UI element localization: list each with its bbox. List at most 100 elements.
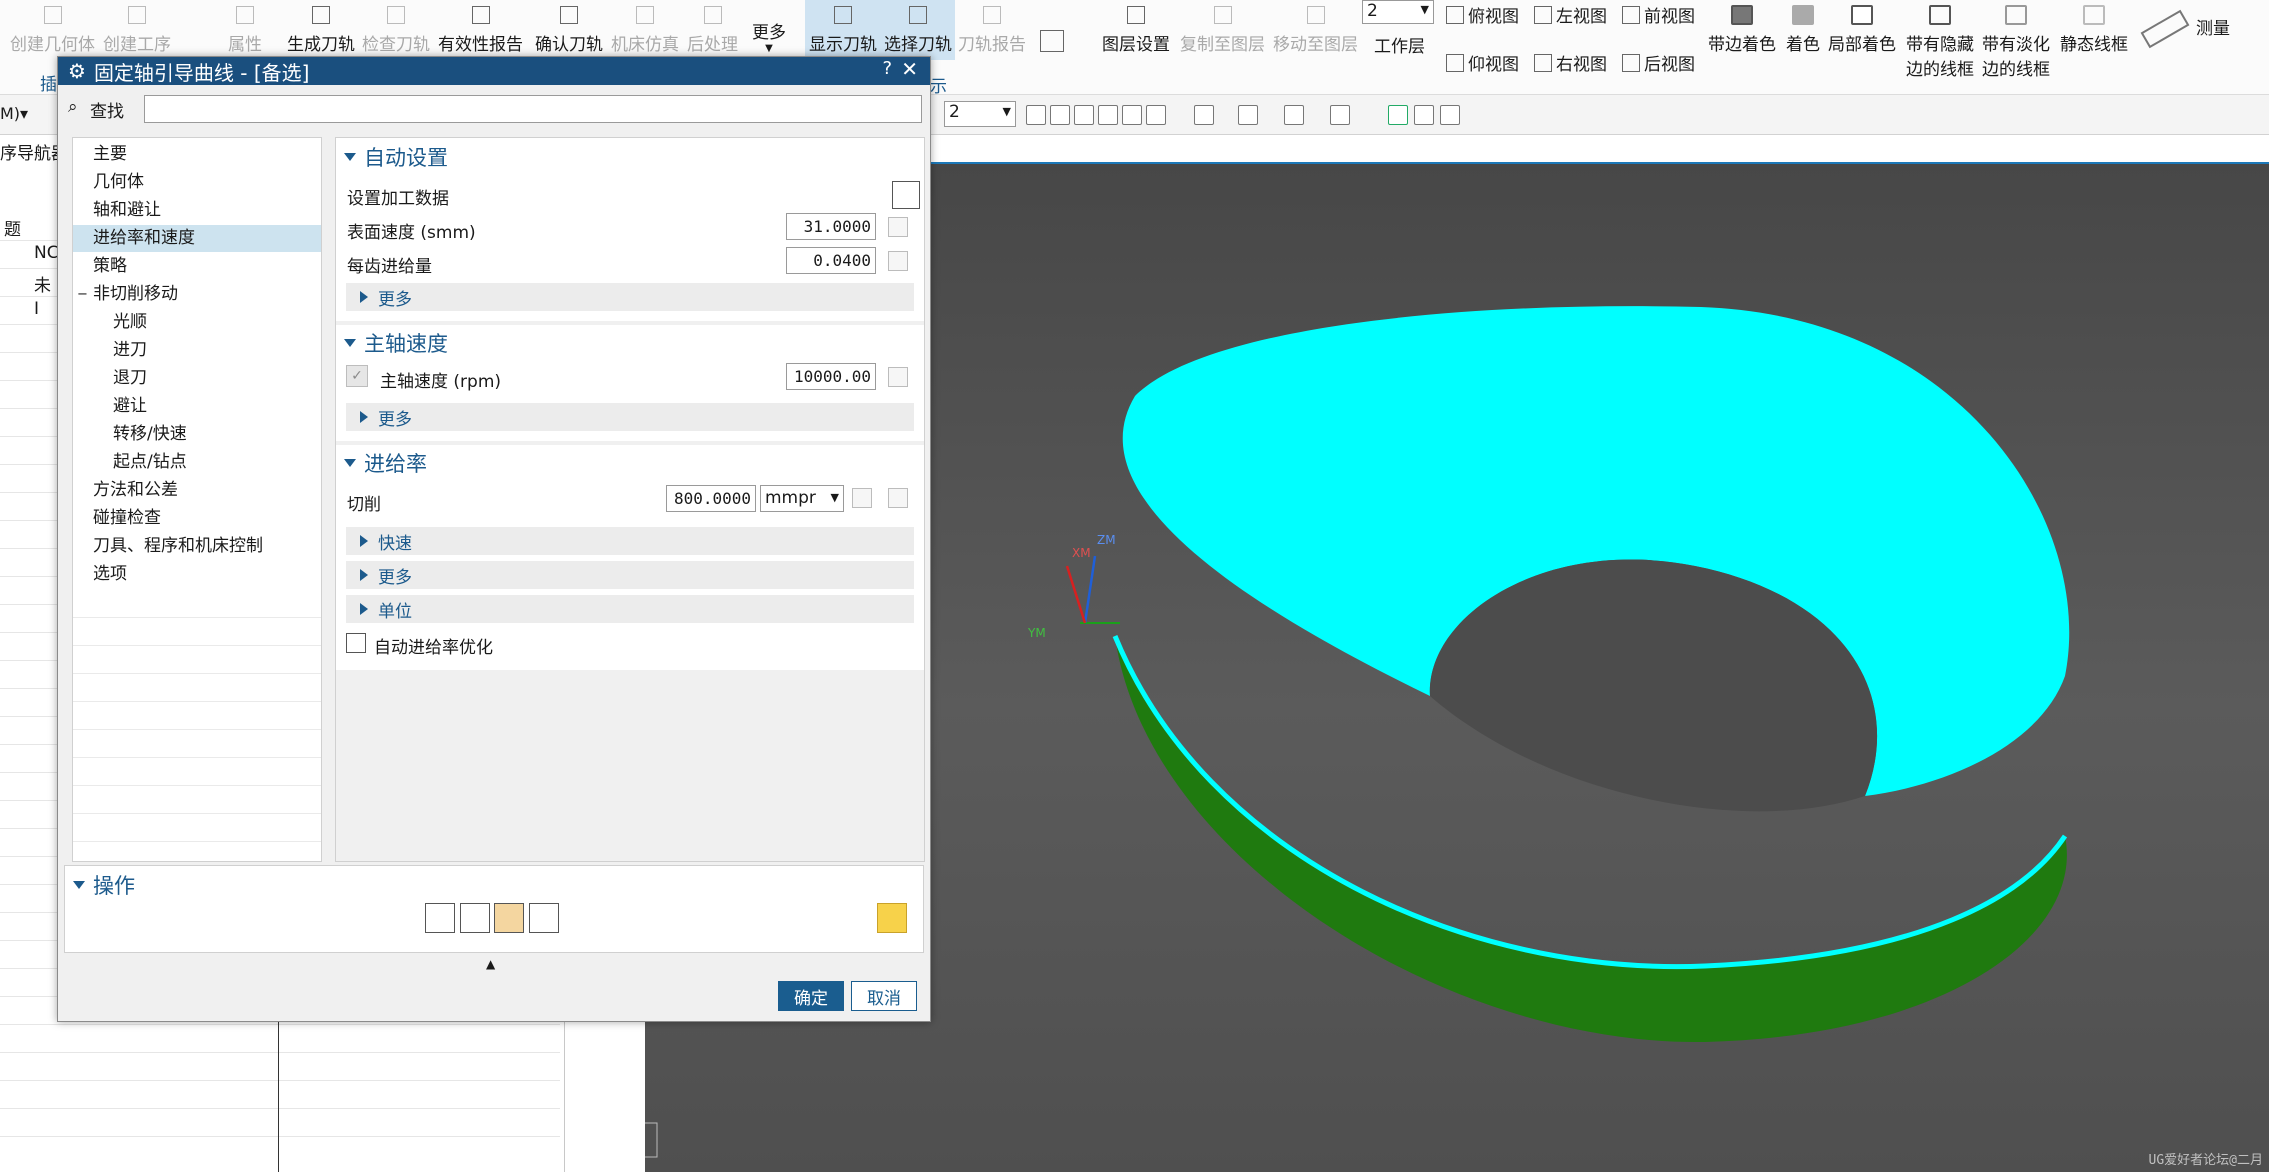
close-button[interactable]: ✕ — [901, 57, 918, 81]
top-view-button[interactable]: 俯视图 — [1446, 2, 1519, 27]
spindle-speed-checkbox[interactable]: ✓ — [346, 365, 368, 387]
tree-item-method-tolerance[interactable]: 方法和公差 — [73, 477, 321, 504]
select-toolpath-button[interactable]: 选择刀轨 — [881, 0, 955, 60]
create-operation-button[interactable]: 创建工序 — [103, 0, 171, 55]
tree-item-axis-avoidance[interactable]: 轴和避让 — [73, 197, 321, 224]
feed-rate-header[interactable]: 进给率 — [344, 448, 427, 478]
cut-feed-input[interactable]: 800.0000 — [666, 485, 756, 512]
toolbar-icon[interactable] — [1122, 105, 1142, 125]
toolbar-icon[interactable] — [1050, 105, 1070, 125]
show-toolpath-button[interactable]: 显示刀轨 — [805, 0, 881, 60]
calculator-icon[interactable] — [888, 488, 908, 508]
bottom-view-button[interactable]: 仰视图 — [1446, 50, 1519, 75]
chevron-up-icon[interactable]: ▲ — [486, 957, 495, 971]
cancel-button[interactable]: 取消 — [851, 981, 917, 1011]
tree-item-avoidance[interactable]: 避让 — [73, 393, 321, 420]
calculator-icon[interactable] — [888, 251, 908, 271]
filter-select[interactable]: M)▾ — [0, 101, 30, 127]
tree-item-options[interactable]: 选项 — [73, 561, 321, 588]
calculator-icon[interactable] — [888, 367, 908, 387]
copy-to-layer-button[interactable]: 复制至图层 — [1180, 0, 1265, 55]
navigator-row[interactable]: I — [34, 299, 39, 319]
toolbar-icon[interactable] — [1238, 105, 1258, 125]
machine-simulation-button[interactable]: 机床仿真 — [611, 0, 679, 55]
toolbar-icon[interactable] — [1098, 105, 1118, 125]
create-geometry-button[interactable]: 创建几何体 — [10, 0, 95, 55]
spindle-speed-input[interactable]: 10000.00 — [786, 363, 876, 390]
toolbar-icon[interactable] — [1330, 105, 1350, 125]
verify-toolpath-button[interactable]: 确认刀轨 — [535, 0, 603, 55]
feed-unit-select[interactable]: mmpr ▼ — [760, 485, 844, 512]
left-view-button[interactable]: 左视图 — [1534, 2, 1607, 27]
wireframe-dim-edges-button[interactable]: 带有淡化 边的线框 — [1982, 0, 2050, 80]
tree-item-start-drill-points[interactable]: 起点/钻点 — [73, 449, 321, 476]
layer-select[interactable]: 2 ▼ — [944, 101, 1016, 127]
ok-button[interactable]: 确定 — [778, 981, 844, 1011]
verify-icon[interactable] — [494, 903, 524, 933]
auto-feed-optimize-checkbox[interactable] — [346, 633, 366, 653]
dialog-titlebar[interactable]: ⚙ 固定轴引导曲线 - [备选] ? ✕ — [58, 57, 930, 85]
add-operation-icon[interactable] — [877, 903, 907, 933]
tree-item-collision-check[interactable]: 碰撞检查 — [73, 505, 321, 532]
toolbar-icon[interactable] — [1440, 105, 1460, 125]
help-button[interactable]: ? — [882, 58, 892, 79]
spindle-more-expander[interactable]: 更多 — [346, 403, 914, 431]
replay-icon[interactable] — [460, 903, 490, 933]
auto-settings-header[interactable]: 自动设置 — [344, 142, 448, 172]
right-view-button[interactable]: 右视图 — [1534, 50, 1607, 75]
check-toolpath-button[interactable]: 检查刀轨 — [362, 0, 430, 55]
calculator-icon[interactable] — [888, 217, 908, 237]
tree-item-retract[interactable]: 退刀 — [73, 365, 321, 392]
tree-item-geometry[interactable]: 几何体 — [73, 169, 321, 196]
toolbar-icon[interactable] — [1194, 105, 1214, 125]
navigator-row[interactable]: 未 — [34, 271, 51, 296]
layer-settings-button[interactable]: 图层设置 — [1102, 0, 1170, 55]
auto-more-expander[interactable]: 更多 — [346, 283, 914, 311]
move-to-layer-button[interactable]: 移动至图层 — [1273, 0, 1358, 55]
properties-button[interactable]: 属性 — [228, 0, 262, 55]
toolbar-icon[interactable] — [1284, 105, 1304, 125]
tree-item-strategy[interactable]: 策略 — [73, 253, 321, 280]
front-view-button[interactable]: 前视图 — [1622, 2, 1695, 27]
back-view-button[interactable]: 后视图 — [1622, 50, 1695, 75]
postprocess-button[interactable]: 后处理 — [687, 0, 738, 55]
tree-item-non-cutting-moves[interactable]: 非切削移动 — [73, 281, 321, 308]
toolpath-report-button[interactable]: 刀轨报告 — [958, 0, 1026, 55]
tree-item-main[interactable]: 主要 — [73, 141, 321, 168]
toolbar-icon[interactable] — [1146, 105, 1166, 125]
tree-item-transfer-rapid[interactable]: 转移/快速 — [73, 421, 321, 448]
surface-speed-input[interactable]: 31.0000 — [786, 213, 876, 240]
show-hide-icon[interactable] — [1388, 105, 1408, 125]
tree-item-feeds-speeds[interactable]: 进给率和速度 — [73, 225, 321, 252]
calculator-icon[interactable] — [892, 181, 920, 209]
shaded-with-edges-button[interactable]: 带边着色 — [1708, 0, 1776, 55]
search-input[interactable] — [144, 95, 922, 123]
feed-more-expander[interactable]: 更多 — [346, 561, 914, 589]
rapid-expander[interactable]: 快速 — [346, 527, 914, 555]
wireframe-hidden-edges-button[interactable]: 带有隐藏 边的线框 — [1906, 0, 1974, 80]
shaded-button[interactable]: 着色 — [1786, 0, 1820, 55]
spindle-speed-header[interactable]: 主轴速度 — [344, 328, 448, 358]
tree-item-engage[interactable]: 进刀 — [73, 337, 321, 364]
list-icon[interactable] — [529, 903, 559, 933]
toolbar-icon[interactable] — [1414, 105, 1434, 125]
toolbar-icon[interactable] — [1026, 105, 1046, 125]
lock-icon[interactable] — [852, 488, 872, 508]
operations-header[interactable]: 操作 — [73, 870, 135, 900]
tree-item-tool-program-machine[interactable]: 刀具、程序和机床控制 — [73, 533, 321, 560]
tree-item-smoothing[interactable]: 光顺 — [73, 309, 321, 336]
generate-icon[interactable] — [425, 903, 455, 933]
units-expander[interactable]: 单位 — [346, 595, 914, 623]
partial-shading-button[interactable]: 局部着色 — [1828, 0, 1896, 55]
validity-report-button[interactable]: 有效性报告 — [438, 0, 523, 55]
navigator-row[interactable]: NC — [34, 243, 59, 263]
tool-dropdown-icon[interactable] — [1040, 30, 1064, 52]
measure-button[interactable]: 测量 — [2196, 14, 2230, 39]
more-button[interactable]: 更多 ▼ — [752, 0, 786, 54]
feed-per-tooth-input[interactable]: 0.0400 — [786, 247, 876, 274]
generate-toolpath-button[interactable]: 生成刀轨 — [287, 0, 355, 55]
collapse-icon[interactable]: − — [77, 287, 88, 302]
static-wireframe-button[interactable]: 静态线框 — [2060, 0, 2128, 55]
work-layer-select[interactable]: 2 ▼ — [1362, 0, 1434, 24]
toolbar-icon[interactable] — [1074, 105, 1094, 125]
